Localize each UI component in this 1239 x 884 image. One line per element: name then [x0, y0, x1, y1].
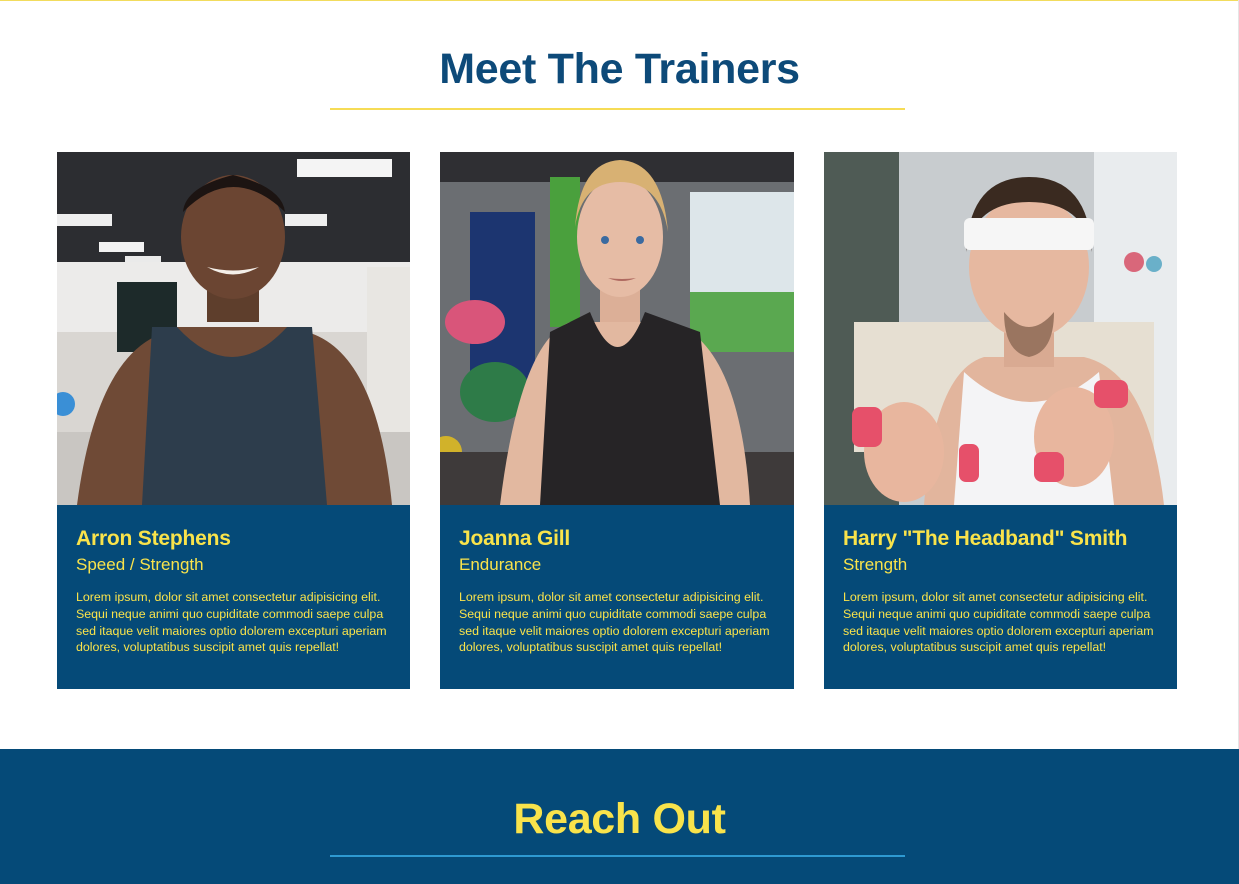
top-border: [0, 0, 1239, 1]
trainer-bio: Lorem ipsum, dolor sit amet consectetur …: [76, 590, 387, 655]
reach-out-section: Reach Out: [0, 749, 1239, 884]
trainer-specialty: Strength: [843, 555, 908, 574]
reach-out-heading: Reach Out: [513, 795, 726, 843]
trainer-photo-harry: [824, 152, 1177, 505]
trainer-photo-image: [824, 152, 1177, 505]
trainer-info: Joanna Gill Endurance Lorem ipsum, dolor…: [440, 505, 794, 656]
trainer-name: Arron Stephens: [76, 527, 231, 550]
trainer-card-joanna: Joanna Gill Endurance Lorem ipsum, dolor…: [440, 152, 794, 689]
trainer-name: Harry "The Headband" Smith: [843, 527, 1128, 550]
trainers-heading-underline: [330, 108, 905, 110]
trainer-info: Arron Stephens Speed / Strength Lorem ip…: [57, 505, 410, 656]
trainer-specialty: Speed / Strength: [76, 555, 204, 574]
trainer-card-harry: Harry "The Headband" Smith Strength Lore…: [824, 152, 1177, 689]
trainer-photo-image: [440, 152, 794, 505]
reach-out-heading-underline: [330, 855, 905, 857]
trainer-photo-image: [57, 152, 410, 505]
trainer-photo-arron: [57, 152, 410, 505]
trainers-heading: Meet The Trainers: [439, 45, 800, 93]
trainer-photo-joanna: [440, 152, 794, 505]
trainer-name: Joanna Gill: [459, 527, 570, 550]
trainer-info: Harry "The Headband" Smith Strength Lore…: [824, 505, 1177, 656]
trainer-bio: Lorem ipsum, dolor sit amet consectetur …: [459, 590, 770, 655]
trainer-bio: Lorem ipsum, dolor sit amet consectetur …: [843, 590, 1154, 655]
trainer-specialty: Endurance: [459, 555, 542, 574]
trainer-card-arron: Arron Stephens Speed / Strength Lorem ip…: [57, 152, 410, 689]
